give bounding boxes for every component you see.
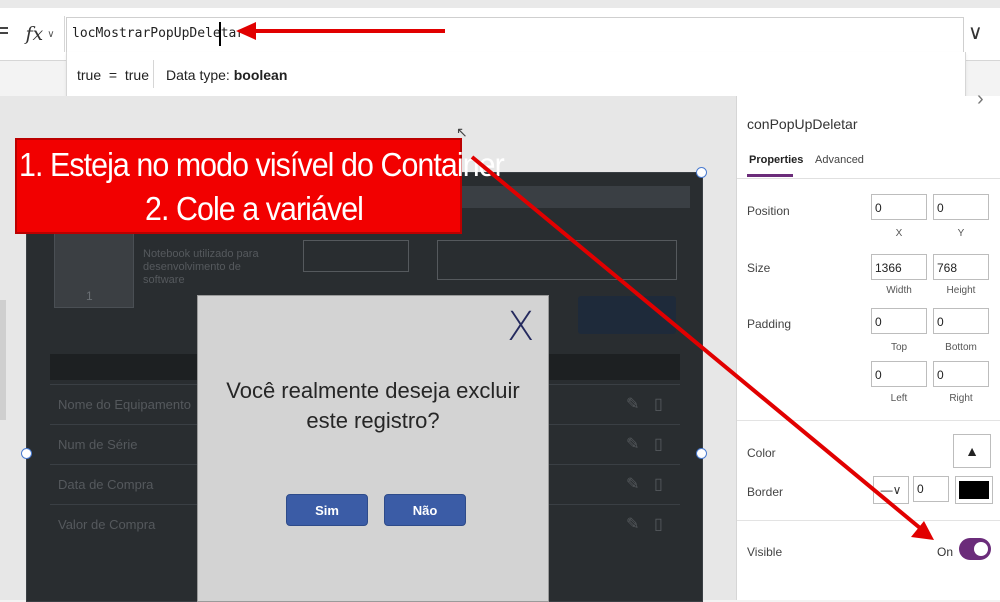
chevron-right-icon[interactable]: › — [977, 88, 984, 111]
trash-icon[interactable]: ▯ — [654, 394, 663, 414]
close-icon[interactable]: X — [507, 304, 534, 350]
row-label: Num de Série — [58, 437, 138, 452]
color-label: Color — [747, 446, 776, 460]
chevron-down-icon: ∨ — [47, 28, 55, 40]
padding-right-caption: Right — [949, 393, 973, 404]
properties-panel: › conPopUpDeletar Properties Advanced Po… — [736, 88, 1000, 600]
selection-handle-right[interactable] — [696, 448, 707, 459]
input-box-dimmed-wide — [437, 240, 677, 280]
no-button[interactable]: Não — [384, 494, 466, 526]
trash-icon[interactable]: ▯ — [654, 514, 663, 534]
border-color-swatch[interactable] — [955, 476, 993, 504]
tab-advanced[interactable]: Advanced — [815, 154, 864, 166]
control-name: conPopUpDeletar — [747, 116, 858, 132]
tab-divider — [737, 178, 1000, 179]
border-width-field[interactable]: 0 — [913, 476, 949, 502]
data-type-caption: Data type: — [166, 67, 230, 83]
instruction-callout: 1. Esteja no modo visível do Container 2… — [15, 138, 505, 234]
padding-top-caption: Top — [890, 342, 908, 353]
size-height-caption: Height — [946, 285, 976, 296]
section-divider — [737, 520, 1000, 521]
paint-bucket-icon[interactable]: ▲ — [953, 434, 991, 468]
size-label: Size — [747, 261, 771, 275]
menu-icon[interactable] — [0, 27, 8, 39]
size-width-caption: Width — [886, 285, 912, 296]
fx-label: fx — [25, 23, 44, 45]
section-divider — [737, 420, 1000, 421]
instruction-step-1: 1. Esteja no modo visível do Container — [19, 146, 505, 183]
size-height-field[interactable]: 768 — [933, 254, 989, 280]
yes-button[interactable]: Sim — [286, 494, 368, 526]
instruction-step-2: 2. Cole a variável — [145, 190, 364, 227]
thumbnail-count: 1 — [86, 289, 93, 303]
visible-toggle[interactable] — [959, 538, 991, 560]
canvas-scrollbar[interactable] — [0, 300, 6, 420]
padding-top-field[interactable]: 0 — [871, 308, 927, 334]
text-caret — [219, 22, 221, 46]
add-info-button-dimmed — [578, 296, 676, 334]
expand-formula-chevron-icon[interactable]: ∨ — [968, 20, 983, 45]
fx-button[interactable]: fx ∨ — [16, 16, 65, 52]
result-expression: true = true — [77, 67, 149, 83]
size-width-field[interactable]: 1366 — [871, 254, 927, 280]
row-label: Valor de Compra — [58, 517, 156, 532]
formula-result-row: true = true Data type: boolean — [66, 52, 966, 97]
position-x-field[interactable]: 0 — [871, 194, 927, 220]
position-label: Position — [747, 204, 790, 218]
selection-handle-left[interactable] — [21, 448, 32, 459]
data-type-label: Data type: boolean — [166, 67, 287, 83]
visible-state-text: On — [937, 545, 954, 559]
padding-left-field[interactable]: 0 — [871, 361, 927, 387]
border-style-dropdown[interactable]: —∨ — [873, 476, 909, 504]
padding-right-field[interactable]: 0 — [933, 361, 989, 387]
border-label: Border — [747, 485, 784, 499]
popup-question: Você realmente deseja excluir este regis… — [226, 378, 520, 433]
input-box-dimmed — [303, 240, 409, 272]
position-y-field[interactable]: 0 — [933, 194, 989, 220]
row-label: Nome do Equipamento — [58, 397, 191, 412]
trash-icon[interactable]: ▯ — [654, 434, 663, 454]
position-x-caption: X — [895, 228, 903, 239]
product-description: Notebook utilizado para desenvolvimento … — [143, 248, 259, 286]
tab-properties[interactable]: Properties — [749, 154, 803, 166]
padding-bottom-field[interactable]: 0 — [933, 308, 989, 334]
padding-bottom-caption: Bottom — [945, 342, 977, 353]
edit-icon[interactable]: ✎ — [626, 474, 639, 494]
result-divider — [153, 60, 154, 88]
formula-input[interactable]: locMostrarPopUpDeletar — [66, 17, 964, 53]
delete-confirm-popup: X Você realmente deseja excluir este reg… — [197, 295, 549, 602]
trash-icon[interactable]: ▯ — [654, 474, 663, 494]
visible-label: Visible — [747, 545, 783, 559]
selection-handle-top-right[interactable] — [696, 167, 707, 178]
edit-icon[interactable]: ✎ — [626, 394, 639, 414]
edit-icon[interactable]: ✎ — [626, 514, 639, 534]
position-y-caption: Y — [957, 228, 965, 239]
edit-icon[interactable]: ✎ — [626, 434, 639, 454]
active-tab-indicator — [747, 174, 793, 177]
padding-label: Padding — [747, 317, 792, 331]
data-type-value: boolean — [233, 67, 288, 83]
toggle-knob — [974, 542, 988, 556]
screen-header-bar — [430, 186, 690, 208]
row-label: Data de Compra — [58, 477, 154, 492]
padding-left-caption: Left — [890, 393, 908, 404]
